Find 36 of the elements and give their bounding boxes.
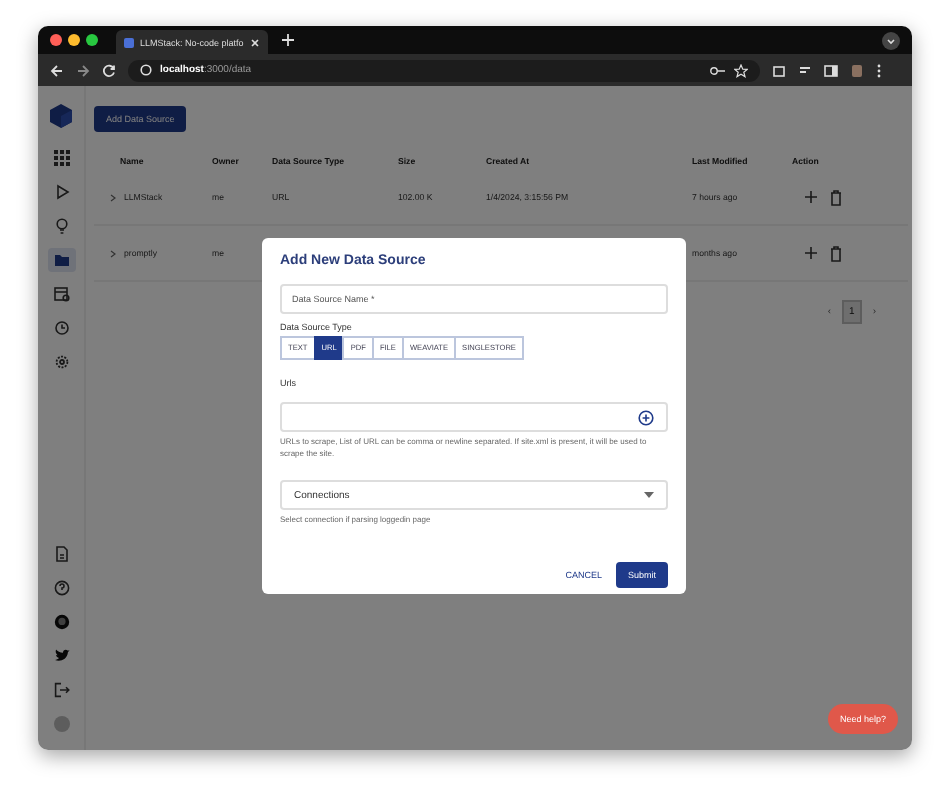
expand-icon[interactable] xyxy=(110,249,116,257)
forward-icon[interactable] xyxy=(76,63,90,77)
bulb-icon xyxy=(53,218,69,234)
cube-logo-icon[interactable] xyxy=(50,104,72,128)
key-icon[interactable] xyxy=(710,65,726,75)
history-icon xyxy=(53,320,69,336)
close-icon[interactable] xyxy=(250,37,260,47)
twitter-icon[interactable] xyxy=(53,648,69,664)
new-tab-icon[interactable] xyxy=(282,34,294,46)
trash-icon[interactable] xyxy=(830,245,842,261)
reload-icon[interactable] xyxy=(102,63,116,77)
back-icon[interactable] xyxy=(50,63,64,77)
play-icon xyxy=(53,184,69,200)
folder-icon xyxy=(53,252,69,268)
tab-menu-icon[interactable] xyxy=(882,31,900,49)
add-icon[interactable] xyxy=(804,190,818,204)
urls-field[interactable] xyxy=(280,402,668,432)
settings-icon xyxy=(53,354,69,370)
doc-icon[interactable] xyxy=(53,546,69,562)
site-info-icon xyxy=(140,64,152,76)
expand-icon[interactable] xyxy=(110,193,116,201)
minimize-window-icon[interactable] xyxy=(68,34,80,46)
logout-icon[interactable] xyxy=(53,682,69,698)
more-icon[interactable] xyxy=(876,63,882,77)
help-icon[interactable] xyxy=(53,580,69,596)
grid-icon xyxy=(53,150,69,166)
add-circle-icon[interactable] xyxy=(638,409,654,425)
star-icon[interactable] xyxy=(734,63,748,77)
side-panel-icon[interactable] xyxy=(824,63,838,77)
maximize-window-icon[interactable] xyxy=(86,34,98,46)
sidebar-item[interactable] xyxy=(47,248,75,272)
dropdown-caret-icon xyxy=(644,492,654,498)
calendar-icon xyxy=(53,286,69,302)
trash-icon[interactable] xyxy=(830,189,842,205)
close-window-icon[interactable] xyxy=(50,34,62,46)
add-icon[interactable] xyxy=(804,246,818,260)
